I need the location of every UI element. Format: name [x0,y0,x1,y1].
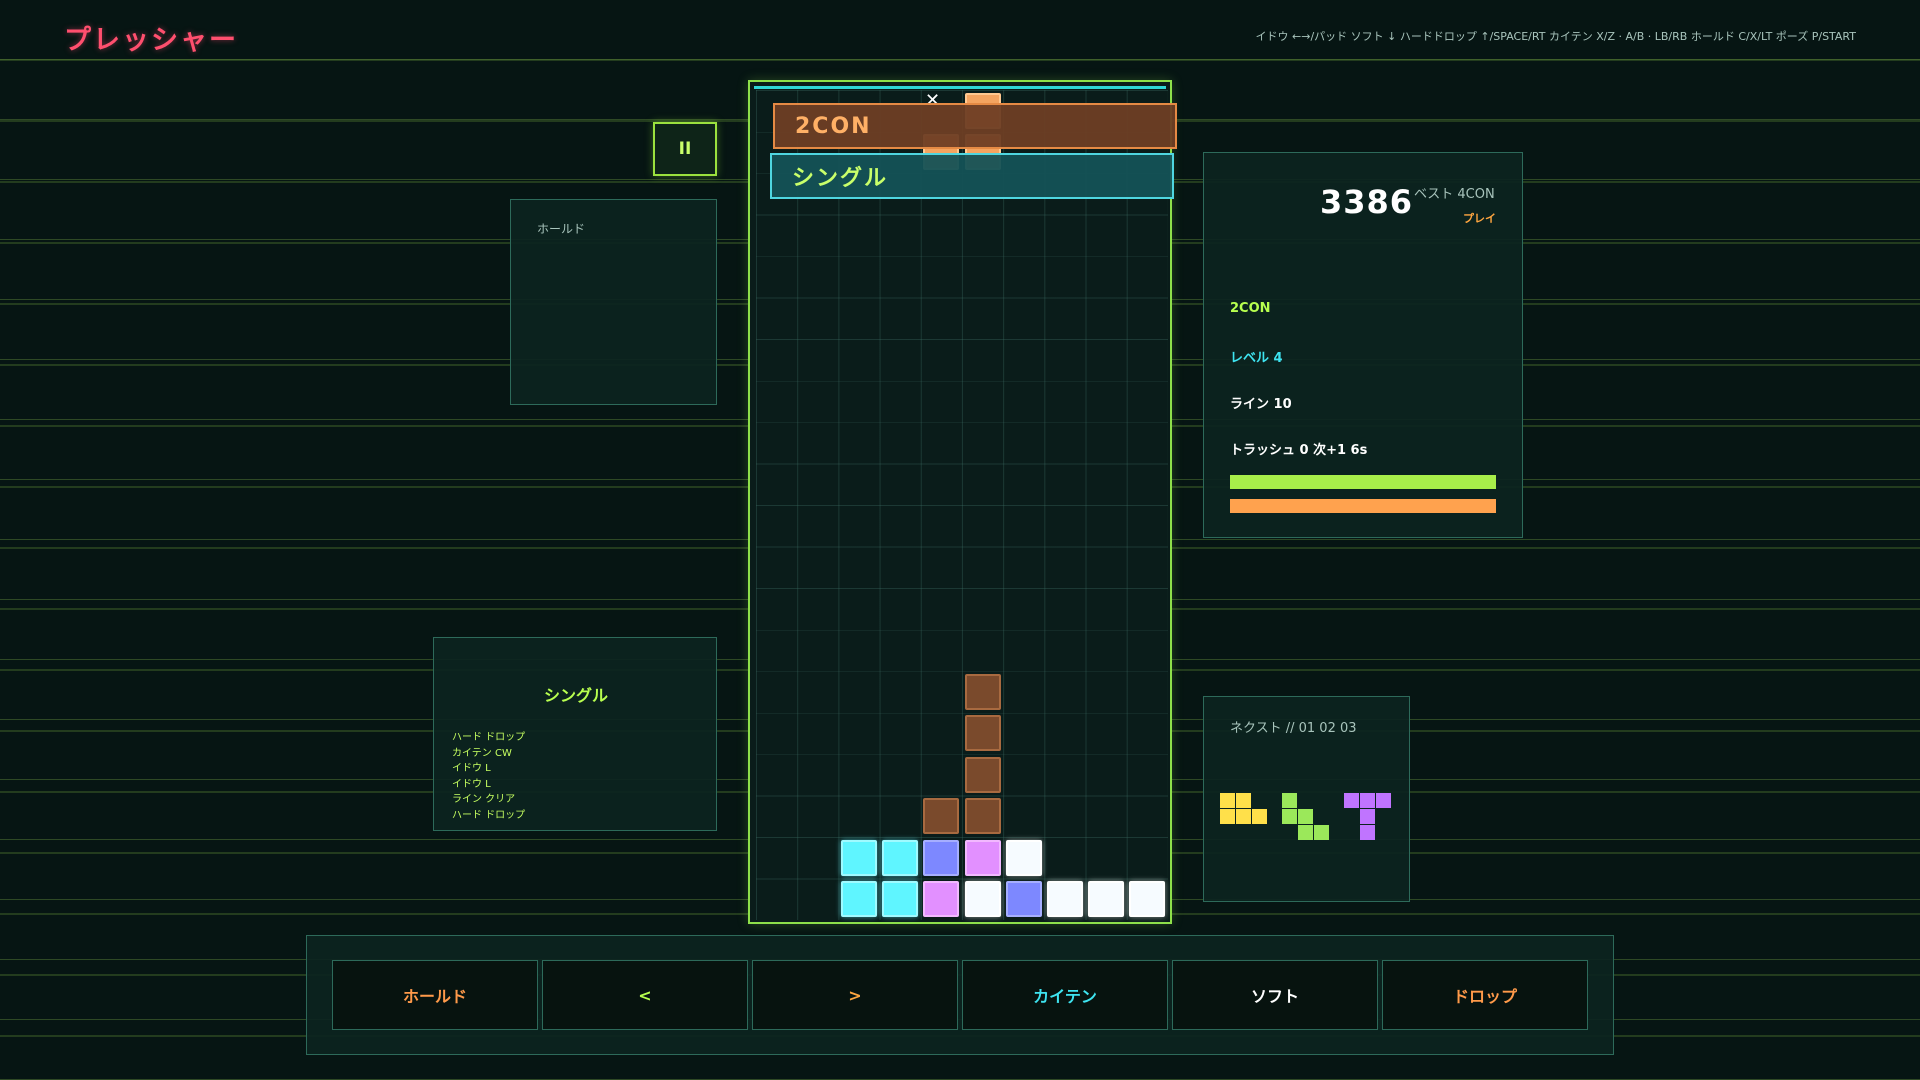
next-piece-mino [1220,809,1235,824]
action-log-panel: シングル ハード ドロップ カイテン CW イドウ L イドウ L ライン クリ… [433,637,717,831]
log-entry: カイテン CW [452,747,512,759]
next-piece-mino [1236,809,1251,824]
log-entry: イドウ L [452,763,491,774]
rotate-label: カイテン [1033,987,1097,1006]
level-stat: レベル 4 [1230,351,1283,366]
game-board[interactable] [748,80,1172,924]
next-piece-mino [1314,825,1329,840]
board-cell [882,839,919,876]
move-left-label: < [638,985,652,1005]
score-value: 3386 [1320,183,1414,221]
board-cell [964,715,1001,751]
board-cell [840,881,877,917]
log-entry: ハード ドロップ [452,809,526,821]
log-entry: ハード ドロップ [452,732,526,743]
touch-controls-bar: ホールド < > カイテン ソフト ドロップ [306,935,1614,1055]
move-right-button[interactable]: > [752,960,958,1030]
board-cell [1005,839,1042,876]
next-piece-mino [1298,809,1313,824]
board-cell [840,839,877,876]
next-piece-mino [1236,793,1251,808]
rotate-button[interactable]: カイテン [962,960,1168,1030]
mode-status: プレイ [1463,212,1496,225]
controls-hint: イドウ ←→/パッド ソフト ↓ ハードドロップ ↑/SPACE/RT カイテン… [1255,30,1856,43]
pressure-bar-orange [1230,499,1496,513]
board-cell [964,881,1001,917]
log-title: シングル [543,686,608,705]
line-clear-banner: シングル [770,153,1174,199]
board-cell [882,881,919,917]
log-entry: イドウ L [452,778,491,790]
board-grid [756,90,1168,920]
pressure-bar-green-fill [1230,475,1496,489]
action-log-list: ハード ドロップ カイテン CW イドウ L イドウ L ライン クリア ハード… [452,730,525,823]
board-cell [964,798,1001,834]
next-queue-panel: ネクスト // 01 02 03 [1203,696,1410,902]
soft-drop-button[interactable]: ソフト [1172,960,1378,1030]
board-cell [1088,881,1125,917]
hold-panel: ホールド [510,199,717,405]
next-piece-mino [1282,793,1297,808]
hold-label: ホールド [537,222,586,236]
log-entry: ライン クリア [452,794,516,805]
danger-line [754,86,1166,89]
next-piece-mino [1360,793,1375,808]
board-cell [964,839,1001,876]
pressure-bar-green [1230,475,1496,489]
hard-drop-button[interactable]: ドロップ [1382,960,1588,1030]
next-piece-mino [1282,809,1297,824]
next-label: ネクスト // 01 02 03 [1230,721,1357,736]
next-piece-mino [1376,793,1391,808]
pause-button[interactable]: II [653,122,717,176]
best-combo-label: ベスト 4CON [1414,187,1495,202]
pressure-bar-orange-fill [1230,499,1496,513]
hard-drop-label: ドロップ [1452,987,1517,1006]
hold-button-label: ホールド [402,987,467,1006]
board-cell [1005,881,1042,917]
next-piece-mino [1360,825,1375,840]
soft-drop-label: ソフト [1250,987,1299,1006]
next-piece-mino [1360,809,1375,824]
board-cell [923,798,960,834]
move-left-button[interactable]: < [542,960,748,1030]
hold-button[interactable]: ホールド [332,960,538,1030]
game-screen: プレッシャー イドウ ←→/パッド ソフト ↓ ハードドロップ ↑/SPACE/… [0,0,1920,1080]
next-piece-mino [1344,793,1359,808]
next-piece-mino [1252,809,1267,824]
lines-stat: ライン 10 [1230,397,1292,412]
app-title: プレッシャー [64,25,238,56]
next-piece-mino [1220,793,1235,808]
score-panel: 3386 ベスト 4CON プレイ 2CON レベル 4 ライン 10 トラッシ… [1203,152,1523,538]
board-cell [964,673,1001,710]
combo-stat: 2CON [1230,301,1271,316]
board-cell [1129,881,1166,917]
board-cell [923,839,960,876]
move-right-label: > [848,985,862,1005]
trash-stat: トラッシュ 0 次+1 6s [1230,443,1368,458]
board-cell [1046,881,1083,917]
board-cell [964,756,1001,793]
next-piece-mino [1298,825,1313,840]
board-cell [923,881,960,917]
combo-banner: 2CON [773,103,1177,149]
